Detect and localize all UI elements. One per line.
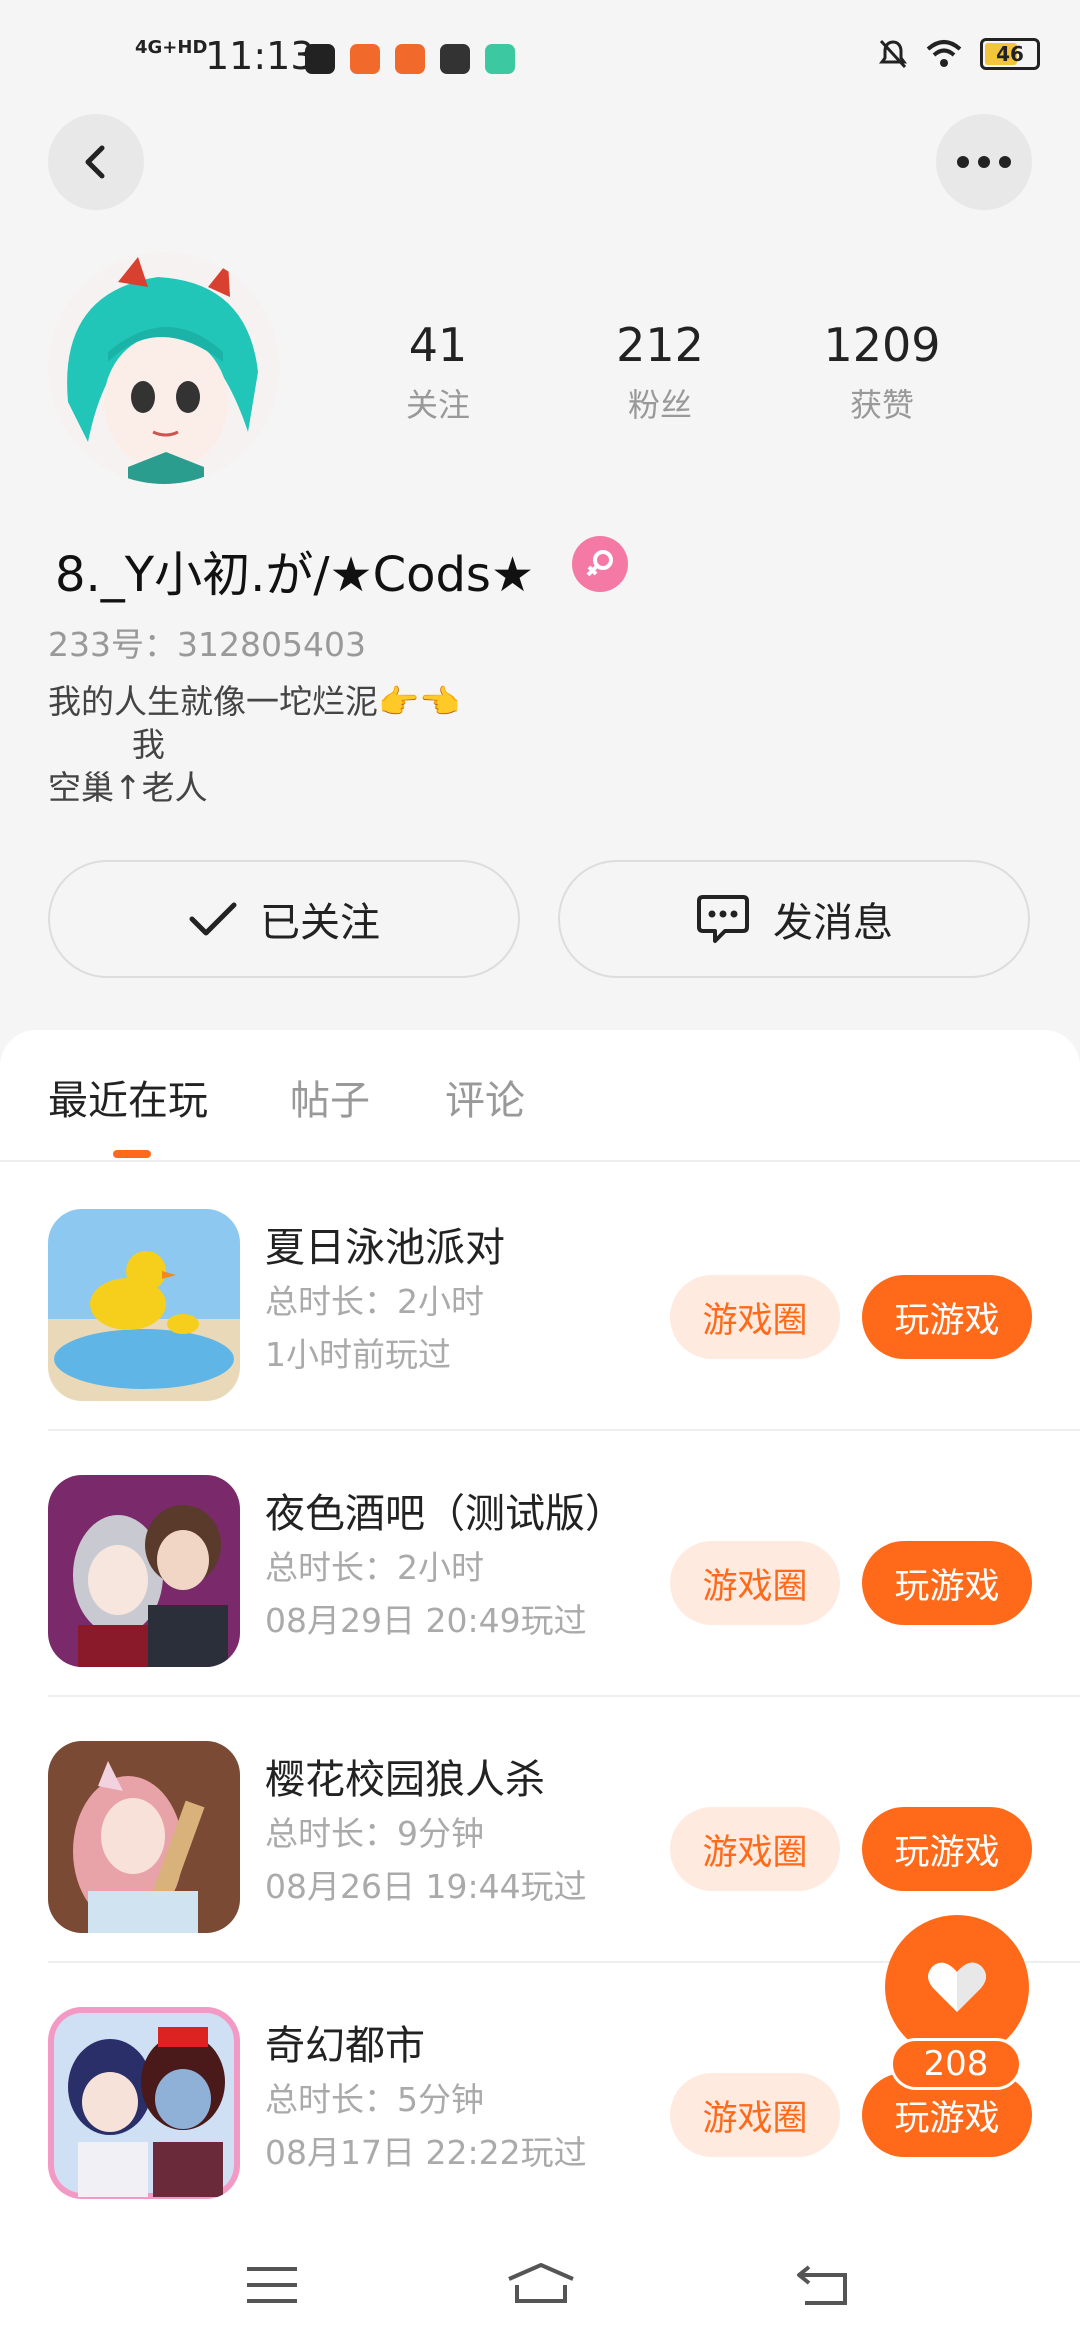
more-button[interactable] xyxy=(936,114,1032,210)
game-list-item[interactable]: 夜色酒吧（测试版） 总时长：2小时 08月29日 20:49玩过 游戏圈 玩游戏 xyxy=(0,1431,1080,1697)
bio: 我的人生就像一坨烂泥👉👈 我 空巢↑老人 xyxy=(48,682,461,807)
avatar[interactable] xyxy=(48,252,280,484)
stat-value: 212 xyxy=(616,318,704,372)
game-title: 夏日泳池派对 xyxy=(265,1225,505,1271)
app-notification-icon xyxy=(350,44,380,74)
like-count-badge: 208 xyxy=(890,2038,1022,2090)
stat-likes[interactable]: 1209 获赞 xyxy=(792,318,972,426)
send-message-label: 发消息 xyxy=(773,900,893,946)
stat-following[interactable]: 41 关注 xyxy=(348,318,528,426)
status-right: 46 xyxy=(878,38,1040,70)
play-game-button[interactable]: 玩游戏 xyxy=(862,1275,1032,1359)
game-list-item[interactable]: 樱花校园狼人杀 总时长：9分钟 08月26日 19:44玩过 游戏圈 玩游戏 xyxy=(0,1697,1080,1963)
stat-label: 粉丝 xyxy=(627,386,692,424)
heart-icon xyxy=(928,1962,986,2012)
status-time: 11:13 xyxy=(205,34,315,78)
following-label: 已关注 xyxy=(260,900,380,946)
mute-bell-icon xyxy=(879,39,907,69)
game-title: 樱花校园狼人杀 xyxy=(265,1757,545,1803)
stat-value: 1209 xyxy=(823,318,941,372)
chat-bubble-icon xyxy=(697,895,749,943)
chevron-left-icon xyxy=(85,145,105,179)
game-icon xyxy=(48,2007,240,2199)
game-last-played: 08月17日 22:22玩过 xyxy=(265,2133,587,2172)
game-circle-button[interactable]: 游戏圈 xyxy=(670,1275,840,1359)
game-circle-button[interactable]: 游戏圈 xyxy=(670,1807,840,1891)
game-icon xyxy=(48,1741,240,1933)
system-navigation-bar xyxy=(0,2225,1080,2340)
telegram-notification-icon xyxy=(305,44,335,74)
game-last-played: 1小时前玩过 xyxy=(265,1335,451,1374)
game-list-item[interactable]: 夏日泳池派对 总时长：2小时 1小时前玩过 游戏圈 玩游戏 xyxy=(0,1165,1080,1431)
username: 8._Y小初.が/★Cods★ xyxy=(55,547,534,603)
game-duration: 总时长：5分钟 xyxy=(265,2080,484,2119)
play-game-button[interactable]: 玩游戏 xyxy=(862,1807,1032,1891)
tab-posts[interactable]: 帖子 xyxy=(290,1068,370,1126)
game-last-played: 08月29日 20:49玩过 xyxy=(265,1601,587,1640)
stat-value: 41 xyxy=(408,318,468,372)
game-duration: 总时长：2小时 xyxy=(265,1548,484,1587)
stat-followers[interactable]: 212 粉丝 xyxy=(570,318,750,426)
send-message-button[interactable]: 发消息 xyxy=(558,860,1030,978)
checkmark-icon xyxy=(189,902,237,936)
tab-recently-played[interactable]: 最近在玩 xyxy=(48,1068,208,1126)
wifi-icon xyxy=(926,40,962,67)
user-id: 233号：312805403 xyxy=(48,625,366,664)
game-last-played: 08月26日 19:44玩过 xyxy=(265,1867,587,1906)
avatar-image xyxy=(48,252,280,484)
game-duration: 总时长：9分钟 xyxy=(265,1814,484,1853)
game-icon xyxy=(48,1475,240,1667)
status-bar: 4G+HD 11:13 46 xyxy=(0,0,1080,110)
menu-icon[interactable] xyxy=(245,2265,299,2305)
battery-icon: 46 xyxy=(980,38,1040,70)
video-notification-icon xyxy=(440,44,470,74)
following-button[interactable]: 已关注 xyxy=(48,860,520,978)
app-notification-icon xyxy=(485,44,515,74)
play-game-button[interactable]: 玩游戏 xyxy=(862,1541,1032,1625)
tab-divider xyxy=(0,1160,1080,1162)
app-notification-icon xyxy=(395,44,425,74)
network-indicator: 4G+HD xyxy=(135,37,208,58)
game-title: 夜色酒吧（测试版） xyxy=(265,1491,625,1537)
game-circle-button[interactable]: 游戏圈 xyxy=(670,1541,840,1625)
stat-label: 获赞 xyxy=(849,386,914,424)
home-icon[interactable] xyxy=(505,2261,577,2305)
female-gender-icon xyxy=(572,536,628,592)
more-dots-icon xyxy=(957,156,1011,168)
game-title: 奇幻都市 xyxy=(265,2023,425,2069)
back-button[interactable] xyxy=(48,114,144,210)
stat-label: 关注 xyxy=(405,386,470,424)
game-duration: 总时长：2小时 xyxy=(265,1282,484,1321)
game-circle-button[interactable]: 游戏圈 xyxy=(670,2073,840,2157)
game-icon xyxy=(48,1209,240,1401)
tab-comments[interactable]: 评论 xyxy=(445,1068,525,1126)
active-tab-indicator xyxy=(113,1150,151,1158)
back-nav-icon[interactable] xyxy=(795,2261,851,2307)
